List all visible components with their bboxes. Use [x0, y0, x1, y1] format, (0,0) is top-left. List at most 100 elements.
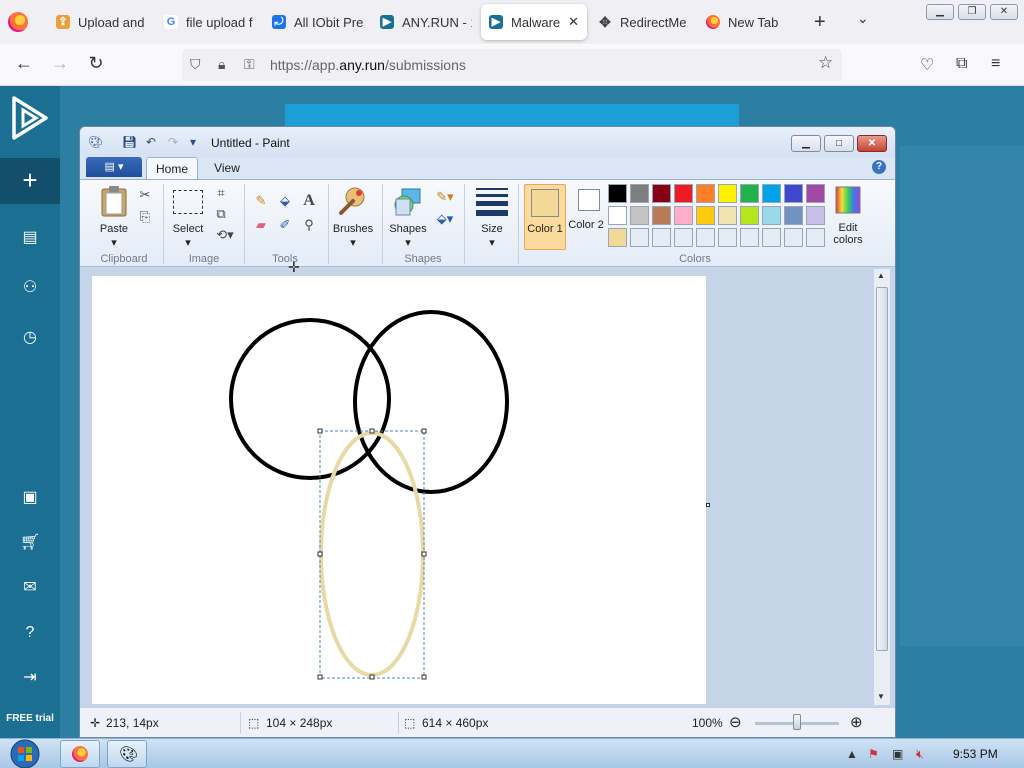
resize-icon[interactable]: ⧉	[212, 205, 230, 223]
menu-hamburger-icon[interactable]: ≡	[991, 55, 1000, 73]
pencil-icon[interactable]: ✎	[252, 192, 270, 210]
color1-button[interactable]: Color 1	[524, 184, 566, 250]
firefox-view-icon[interactable]	[8, 12, 28, 32]
vertical-scrollbar[interactable]: ▲ ▼	[874, 269, 890, 705]
save-icon[interactable]: 💾︎	[122, 136, 137, 149]
taskbar-firefox[interactable]	[60, 740, 100, 768]
paint-file-menu-button[interactable]: ▤ ▾	[86, 157, 142, 177]
zoom-slider-thumb[interactable]	[793, 714, 801, 730]
palette-swatch[interactable]	[806, 184, 825, 203]
paint-minimize-button[interactable]: ▁	[791, 135, 821, 152]
show-hidden-icons-chevron[interactable]: ▲	[846, 747, 858, 761]
palette-swatch[interactable]	[630, 206, 649, 225]
palette-swatch[interactable]	[652, 228, 671, 247]
scrollbar-thumb[interactable]	[876, 287, 888, 651]
paint-app-icon[interactable]: 🎨︎	[88, 136, 103, 149]
zoom-in-icon[interactable]: ⊕	[850, 713, 863, 731]
browser-tab-upload[interactable]: ⇪ Upload and	[48, 4, 156, 40]
palette-swatch[interactable]	[762, 184, 781, 203]
tab-view[interactable]: View	[204, 157, 250, 179]
back-arrow-icon[interactable]: ←	[12, 53, 36, 74]
palette-swatch[interactable]	[630, 228, 649, 247]
cart-icon[interactable]: 🛒︎	[20, 533, 40, 553]
list-all-tabs-chevron-icon[interactable]: ⌄	[857, 10, 869, 27]
palette-swatch[interactable]	[674, 184, 693, 203]
history-clock-icon[interactable]: ◷	[20, 328, 40, 348]
shapes-button[interactable]: Shapes	[386, 223, 430, 235]
paint-maximize-button[interactable]: □	[824, 135, 854, 152]
select-rectangle-icon[interactable]	[173, 190, 203, 214]
browser-tab-google[interactable]: G file upload f	[156, 4, 264, 40]
paint-title-bar[interactable]: 🎨︎ 💾︎ ↶ ↷ ▾ Untitled - Paint ▁ □ ✕	[80, 127, 895, 157]
reload-icon[interactable]: ↻	[84, 53, 108, 74]
volume-muted-icon[interactable]: 🔇︎	[916, 747, 924, 762]
taskbar-clock[interactable]: 9:53 PM	[953, 747, 998, 761]
close-tab-icon[interactable]: ✕	[568, 14, 579, 30]
selection-handles[interactable]	[317, 428, 427, 680]
palette-swatch[interactable]	[652, 184, 671, 203]
palette-swatch[interactable]	[762, 206, 781, 225]
anyrun-logo-icon[interactable]	[10, 94, 50, 142]
minimize-button[interactable]: ▁	[926, 4, 954, 20]
crop-icon[interactable]: ⌗	[212, 184, 230, 202]
tab-home[interactable]: Home	[146, 157, 198, 179]
browser-tab-newtab[interactable]: New Tab	[698, 4, 806, 40]
brushes-icon[interactable]	[337, 185, 369, 217]
palette-swatch[interactable]	[762, 228, 781, 247]
palette-swatch[interactable]	[674, 228, 693, 247]
magnifier-icon[interactable]: ⚲	[300, 216, 318, 234]
teams-icon[interactable]: ⚇	[20, 278, 40, 298]
lock-icon[interactable]: 🔒︎	[218, 56, 225, 73]
start-button-windows-icon[interactable]	[6, 739, 44, 768]
brushes-chevron-icon[interactable]: ▾	[330, 236, 376, 249]
fill-icon[interactable]: ⬙▾	[432, 210, 458, 228]
palette-swatch[interactable]	[652, 206, 671, 225]
shapes-icon[interactable]	[392, 185, 424, 217]
profile-card-icon[interactable]: ▣	[20, 488, 40, 508]
permissions-key-icon[interactable]: ⚿	[244, 56, 255, 73]
url-bar[interactable]: ⛉ 🔒︎ ⚿ https://app.any.run/submissions	[182, 49, 842, 81]
palette-swatch[interactable]	[740, 206, 759, 225]
forward-arrow-icon[interactable]: →	[48, 53, 72, 74]
palette-swatch[interactable]	[784, 228, 803, 247]
palette-swatch[interactable]	[674, 206, 693, 225]
palette-swatch[interactable]	[806, 206, 825, 225]
drawing-canvas[interactable]	[92, 276, 706, 704]
palette-swatch[interactable]	[718, 184, 737, 203]
new-tab-button[interactable]: +	[814, 11, 826, 34]
outline-icon[interactable]: ✎▾	[432, 188, 458, 206]
palette-swatch[interactable]	[608, 184, 627, 203]
edit-colors-rainbow-icon[interactable]	[835, 186, 861, 214]
paint-close-button[interactable]: ✕	[857, 135, 887, 152]
size-button[interactable]: Size	[472, 223, 512, 235]
network-icon[interactable]: ▣	[892, 747, 903, 761]
scroll-down-icon[interactable]: ▼	[877, 692, 885, 701]
new-task-plus-button[interactable]: +	[0, 158, 60, 204]
shapes-chevron-icon[interactable]: ▾	[386, 236, 430, 249]
paste-clipboard-icon[interactable]	[100, 185, 128, 217]
palette-swatch[interactable]	[696, 206, 715, 225]
tracking-shield-icon[interactable]: ⛉	[190, 56, 201, 73]
restore-button[interactable]: ❐	[958, 4, 986, 20]
free-trial-label[interactable]: FREE trial	[0, 706, 60, 732]
reports-document-icon[interactable]: ▤	[20, 228, 40, 248]
canvas-resize-handle[interactable]	[706, 503, 710, 507]
palette-swatch[interactable]	[696, 184, 715, 203]
palette-swatch[interactable]	[784, 184, 803, 203]
logout-icon[interactable]: ⇥	[20, 668, 40, 688]
palette-swatch[interactable]	[718, 206, 737, 225]
browser-tab-iobit[interactable]: ⤾ All IObit Pre	[264, 4, 372, 40]
palette-swatch[interactable]	[630, 184, 649, 203]
size-lines-icon[interactable]	[476, 188, 508, 216]
browser-tab-malware[interactable]: ▶ Malware ✕	[481, 4, 587, 40]
color-picker-icon[interactable]: ✐	[276, 216, 294, 234]
action-center-flag-icon[interactable]: ⚑	[868, 747, 879, 761]
undo-icon[interactable]: ↶	[144, 136, 158, 149]
size-chevron-icon[interactable]: ▾	[472, 236, 512, 249]
customize-toolbar-chevron-icon[interactable]: ▾	[186, 136, 200, 149]
url-text[interactable]: https://app.any.run/submissions	[270, 57, 466, 73]
rotate-icon[interactable]: ⟲▾	[212, 226, 238, 244]
palette-swatch[interactable]	[784, 206, 803, 225]
close-window-button[interactable]: ✕	[990, 4, 1018, 20]
paste-button[interactable]: Paste	[94, 223, 134, 235]
